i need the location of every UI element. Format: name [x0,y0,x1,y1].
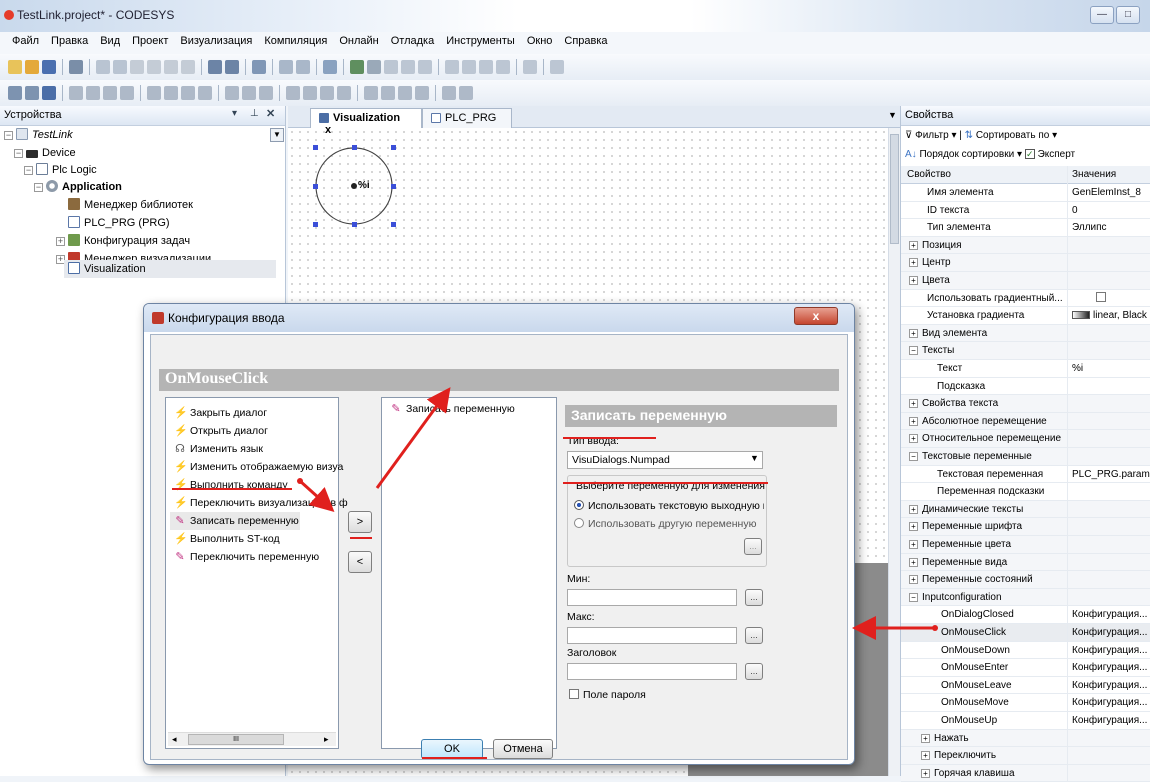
annotation-arrow [375,387,451,489]
annotation-dot [297,478,303,484]
annotation-arrow [298,479,335,513]
annotation-dot [932,625,938,631]
annotation-overlay [172,387,938,759]
